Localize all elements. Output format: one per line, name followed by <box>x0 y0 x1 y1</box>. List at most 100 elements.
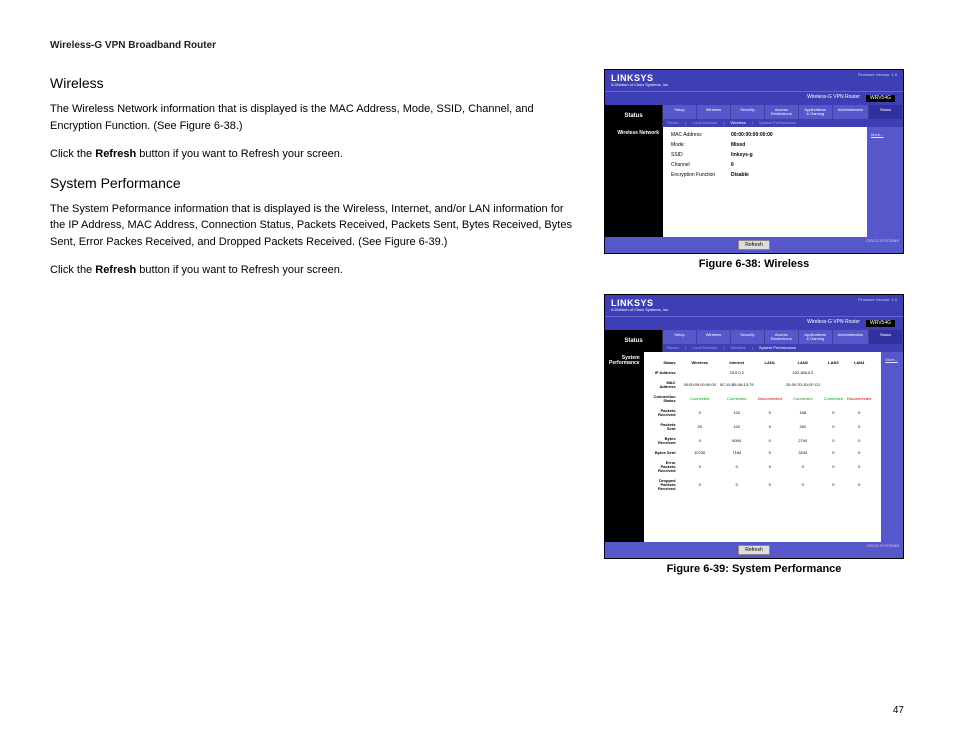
cell: Disconnected <box>756 392 784 406</box>
cell: Disconnected <box>845 392 873 406</box>
col-wireless: Wireless <box>682 358 718 368</box>
tab-apps[interactable]: Applications & Gaming <box>799 105 833 119</box>
cell: 0 <box>756 476 784 494</box>
cell: 6004 <box>718 434 756 448</box>
mode-value: Mixed <box>731 143 745 148</box>
cell: 0 <box>784 476 822 494</box>
cell: 0 <box>682 458 718 476</box>
sysperf-para-2: Click the Refresh button if you want to … <box>50 262 574 279</box>
product-name: Wireless-G VPN Router <box>807 320 860 327</box>
col-lan3: LAN3 <box>822 358 845 368</box>
cisco-logo: CISCO SYSTEMS <box>866 544 899 548</box>
subtab-sysperf[interactable]: System Performance <box>759 121 796 125</box>
text: Click the <box>50 148 95 160</box>
err-label: Error Packets Received <box>652 458 682 476</box>
model-number: WRV54G <box>866 320 895 327</box>
subtab-local[interactable]: Local Network <box>692 121 717 125</box>
cell: 3243 <box>784 448 822 458</box>
router-header: LINKSYS A Division of Cisco Systems, Inc… <box>605 295 903 316</box>
refresh-button[interactable]: Refresh <box>738 545 770 555</box>
model-number: WRV54G <box>866 95 895 102</box>
main-tabs: Setup Wireless Security Access Restricti… <box>663 105 903 119</box>
tab-setup[interactable]: Setup <box>663 330 697 344</box>
tab-security[interactable]: Security <box>731 330 765 344</box>
cell <box>845 378 873 392</box>
tab-admin[interactable]: Administration <box>833 105 869 119</box>
cell: 7184 <box>718 448 756 458</box>
main-tabs: Setup Wireless Security Access Restricti… <box>663 330 903 344</box>
cell: 0 <box>718 476 756 494</box>
mac-label: MAC Address <box>671 133 731 138</box>
cell: 0 <box>756 420 784 434</box>
cell: 0 <box>682 476 718 494</box>
cell: 0 <box>822 476 845 494</box>
figure-38-caption: Figure 6-38: Wireless <box>604 258 904 270</box>
cell: 2740 <box>784 434 822 448</box>
performance-table: Status Wireless Internet LAN1 LAN2 LAN3 … <box>652 358 874 494</box>
subtab-sysperf[interactable]: System Performance <box>759 346 796 350</box>
brand-sub: A Division of Cisco Systems, Inc. <box>611 83 897 87</box>
more-link[interactable]: More... <box>871 133 883 137</box>
tab-status[interactable]: Status <box>869 105 903 119</box>
cell: 0 <box>756 458 784 476</box>
cell: 0 <box>822 458 845 476</box>
tab-access[interactable]: Access Restrictions <box>765 105 799 119</box>
drp-label: Dropped Packets Received <box>652 476 682 494</box>
cell: 102 <box>718 420 756 434</box>
tab-access[interactable]: Access Restrictions <box>765 330 799 344</box>
tab-wireless[interactable]: Wireless <box>697 105 731 119</box>
brand-sub: A Division of Cisco Systems, Inc. <box>611 308 897 312</box>
text: button if you want to Refresh your scree… <box>136 148 343 160</box>
sysperf-heading: System Performance <box>50 175 574 191</box>
left-column: Wireless The Wireless Network informatio… <box>50 69 574 599</box>
cell: 0C:10:B5:0A:13:75 <box>718 378 756 392</box>
refresh-button[interactable]: Refresh <box>738 240 770 250</box>
tab-wireless[interactable]: Wireless <box>697 330 731 344</box>
cell: Connected <box>682 392 718 406</box>
subtab-router[interactable]: Router <box>667 121 679 125</box>
cell: 0 <box>718 458 756 476</box>
subtab-router[interactable]: Router <box>667 346 679 350</box>
mac-value: 00:00:00:00:00:00 <box>731 133 773 138</box>
cell <box>682 368 718 378</box>
cisco-logo: CISCO SYSTEMS <box>866 239 899 243</box>
cell: 0 <box>756 406 784 420</box>
subtab-wireless[interactable]: Wireless <box>730 346 745 350</box>
subtab-local[interactable]: Local Network <box>692 346 717 350</box>
wireless-heading: Wireless <box>50 75 574 91</box>
cell: 00:00:00:00:00:00 <box>682 378 718 392</box>
tab-apps[interactable]: Applications & Gaming <box>799 330 833 344</box>
cell: 0 <box>682 434 718 448</box>
cell: 0 <box>845 406 873 420</box>
tab-status[interactable]: Status <box>869 330 903 344</box>
cell <box>822 378 845 392</box>
mac-label: MAC Address <box>652 378 682 392</box>
conn-label: Connection Status <box>652 392 682 406</box>
footer-bar: Refresh CISCO SYSTEMS <box>605 237 903 253</box>
wireless-para-1: The Wireless Network information that is… <box>50 101 574 134</box>
cell: 10730 <box>682 448 718 458</box>
side-label-wireless: Wireless Network <box>605 127 663 237</box>
tab-security[interactable]: Security <box>731 105 765 119</box>
status-sidebar-label: Status <box>605 330 663 352</box>
cell: 0 <box>756 448 784 458</box>
channel-label: Channel <box>671 163 731 168</box>
subtab-wireless[interactable]: Wireless <box>730 121 745 125</box>
cell <box>822 368 845 378</box>
mode-label: Mode: <box>671 143 731 148</box>
col-lan2: LAN2 <box>784 358 822 368</box>
more-link[interactable]: More... <box>885 358 897 362</box>
sysperf-para-1: The System Peformance information that i… <box>50 201 574 251</box>
tab-admin[interactable]: Administration <box>833 330 869 344</box>
refresh-bold: Refresh <box>95 148 136 160</box>
cell: Connected <box>784 392 822 406</box>
status-row-label: Status <box>652 358 682 368</box>
footer-bar: Refresh CISCO SYSTEMS <box>605 542 903 558</box>
cell: 0 <box>784 458 822 476</box>
tab-setup[interactable]: Setup <box>663 105 697 119</box>
cell: 102 <box>718 406 756 420</box>
channel-value: 6 <box>731 163 734 168</box>
cell: 168 <box>784 406 822 420</box>
cell: 0 <box>845 434 873 448</box>
ip-label: IP Address <box>652 368 682 378</box>
